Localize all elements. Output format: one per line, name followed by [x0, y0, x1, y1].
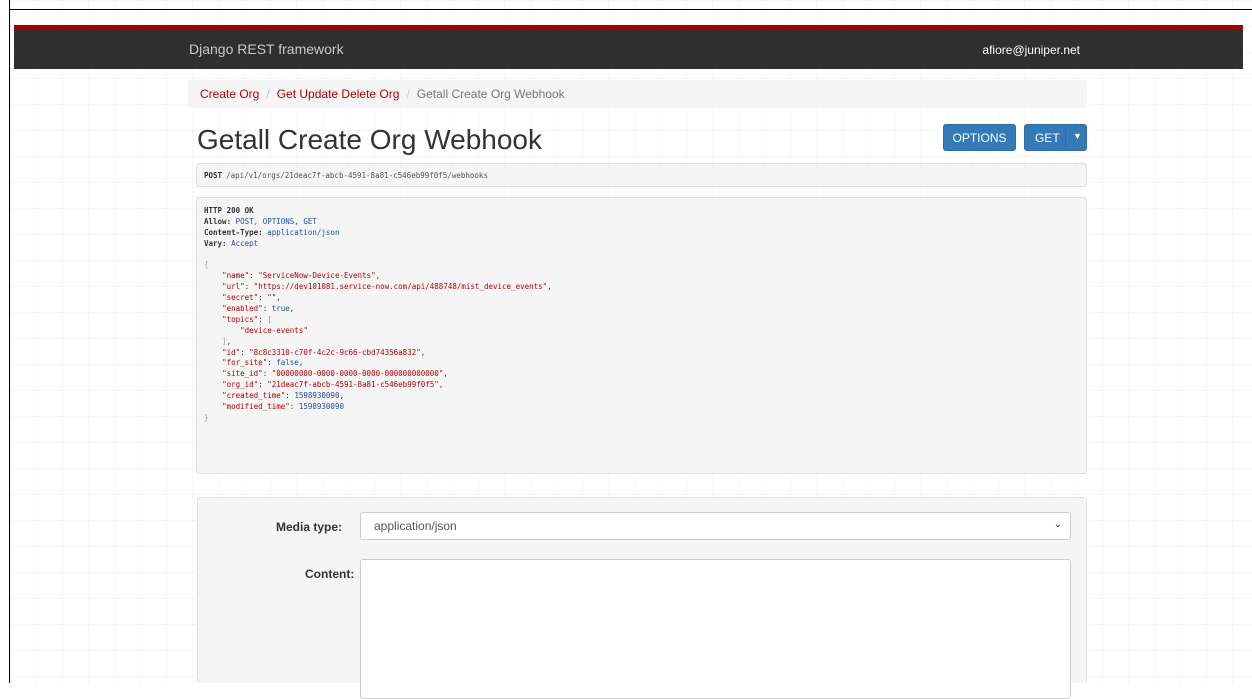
content-label: Content: [305, 567, 355, 581]
options-button[interactable]: OPTIONS [943, 124, 1016, 151]
json-close-brace: } [204, 412, 209, 422]
response-header-allow: Allow: POST, OPTIONS, GET [204, 217, 1079, 228]
request-method: POST [204, 170, 223, 180]
breadcrumb-separator: / [266, 87, 270, 101]
json-open-brace: { [204, 260, 209, 270]
json-line-site-id: "site_id": "00000000-0000-0000-0000-0000… [222, 369, 448, 379]
breadcrumb-get-update-delete-org[interactable]: Get Update Delete Org [277, 87, 400, 101]
raw-data-form: Media type: application/json ⌄ Content: [197, 497, 1087, 699]
dropdown-divider [1065, 129, 1066, 147]
get-button-label: GET [1035, 130, 1060, 145]
json-line-topics: "topics": [ [222, 314, 272, 324]
json-line-id: "id": "8c8c3310-c70f-4c2c-9c66-cbd74356a… [222, 347, 426, 357]
request-path: /api/v1/orgs/21deac7f-abcb-4591-8a81-c54… [226, 170, 488, 180]
json-value-created-time: 1598930090 [294, 391, 340, 401]
header-key: Content-Type: [204, 227, 263, 237]
json-line-org-id: "org_id": "21deac7f-abcb-4591-8a81-c546e… [222, 380, 444, 390]
json-value-org-id: 21deac7f-abcb-4591-8a81-c546eb99f0f5 [271, 380, 435, 390]
json-line-name: "name": "ServiceNow-Device-Events", [222, 271, 381, 281]
response-header-content-type: Content-Type: application/json [204, 228, 1079, 239]
json-value-modified-time: 1598930090 [298, 402, 344, 412]
user-menu[interactable]: afiore@juniper.net [982, 43, 1080, 57]
header-value: POST, OPTIONS, GET [235, 216, 317, 226]
response-header-vary: Vary: Accept [204, 239, 1079, 250]
chevron-down-icon: ⌄ [1053, 519, 1062, 530]
json-value-for-site: false [276, 358, 299, 368]
response-info: HTTP 200 OK Allow: POST, OPTIONS, GET Co… [196, 197, 1087, 474]
json-value-topic: device-events [244, 325, 304, 335]
brand-link[interactable]: Django REST framework [189, 41, 344, 57]
response-status: HTTP 200 OK [204, 206, 254, 215]
json-line-modified-time: "modified_time": 1598930090 [222, 402, 344, 412]
breadcrumb-current: Getall Create Org Webhook [416, 87, 565, 101]
json-value-id: 8c8c3310-c70f-4c2c-9c66-cbd74356a832 [253, 347, 417, 357]
header-key: Allow: [204, 216, 232, 226]
json-value-site-id: 00000000-0000-0000-0000-000000000000 [276, 369, 439, 379]
request-info: POST /api/v1/orgs/21deac7f-abcb-4591-8a8… [196, 163, 1087, 187]
media-type-select[interactable]: application/json ⌄ [360, 512, 1071, 540]
json-line-topics-close: ], [222, 336, 232, 346]
navbar: Django REST framework afiore@juniper.net [14, 25, 1243, 69]
get-button[interactable]: GET ▼ [1024, 124, 1087, 151]
caret-down-icon[interactable]: ▼ [1073, 131, 1082, 141]
json-line-enabled: "enabled": true, [222, 304, 295, 314]
json-value-enabled: true [271, 304, 290, 314]
json-value-name: ServiceNow-Device-Events [262, 271, 372, 281]
header-key: Vary: [204, 238, 227, 248]
page-title: Getall Create Org Webhook [197, 124, 542, 155]
json-line-topic-item: "device-events" [240, 325, 308, 335]
top-border-line [10, 9, 1252, 10]
header-value: application/json [267, 227, 340, 237]
content-textarea[interactable] [360, 559, 1071, 699]
breadcrumb: Create Org / Get Update Delete Org / Get… [188, 80, 1087, 108]
media-type-value: application/json [374, 519, 457, 533]
json-line-url: "url": "https://dev101081.service-now.co… [222, 282, 552, 292]
json-line-for-site: "for_site": false, [222, 358, 304, 368]
media-type-label: Media type: [276, 520, 343, 534]
json-value-url: https://dev101081.service-now.com/api/48… [258, 282, 543, 292]
breadcrumb-create-org[interactable]: Create Org [200, 87, 259, 101]
json-line-created-time: "created_time": 1598930090, [222, 391, 344, 401]
json-line-secret: "secret": "", [222, 293, 281, 303]
breadcrumb-separator: / [406, 87, 410, 101]
header-value: Accept [231, 238, 259, 248]
